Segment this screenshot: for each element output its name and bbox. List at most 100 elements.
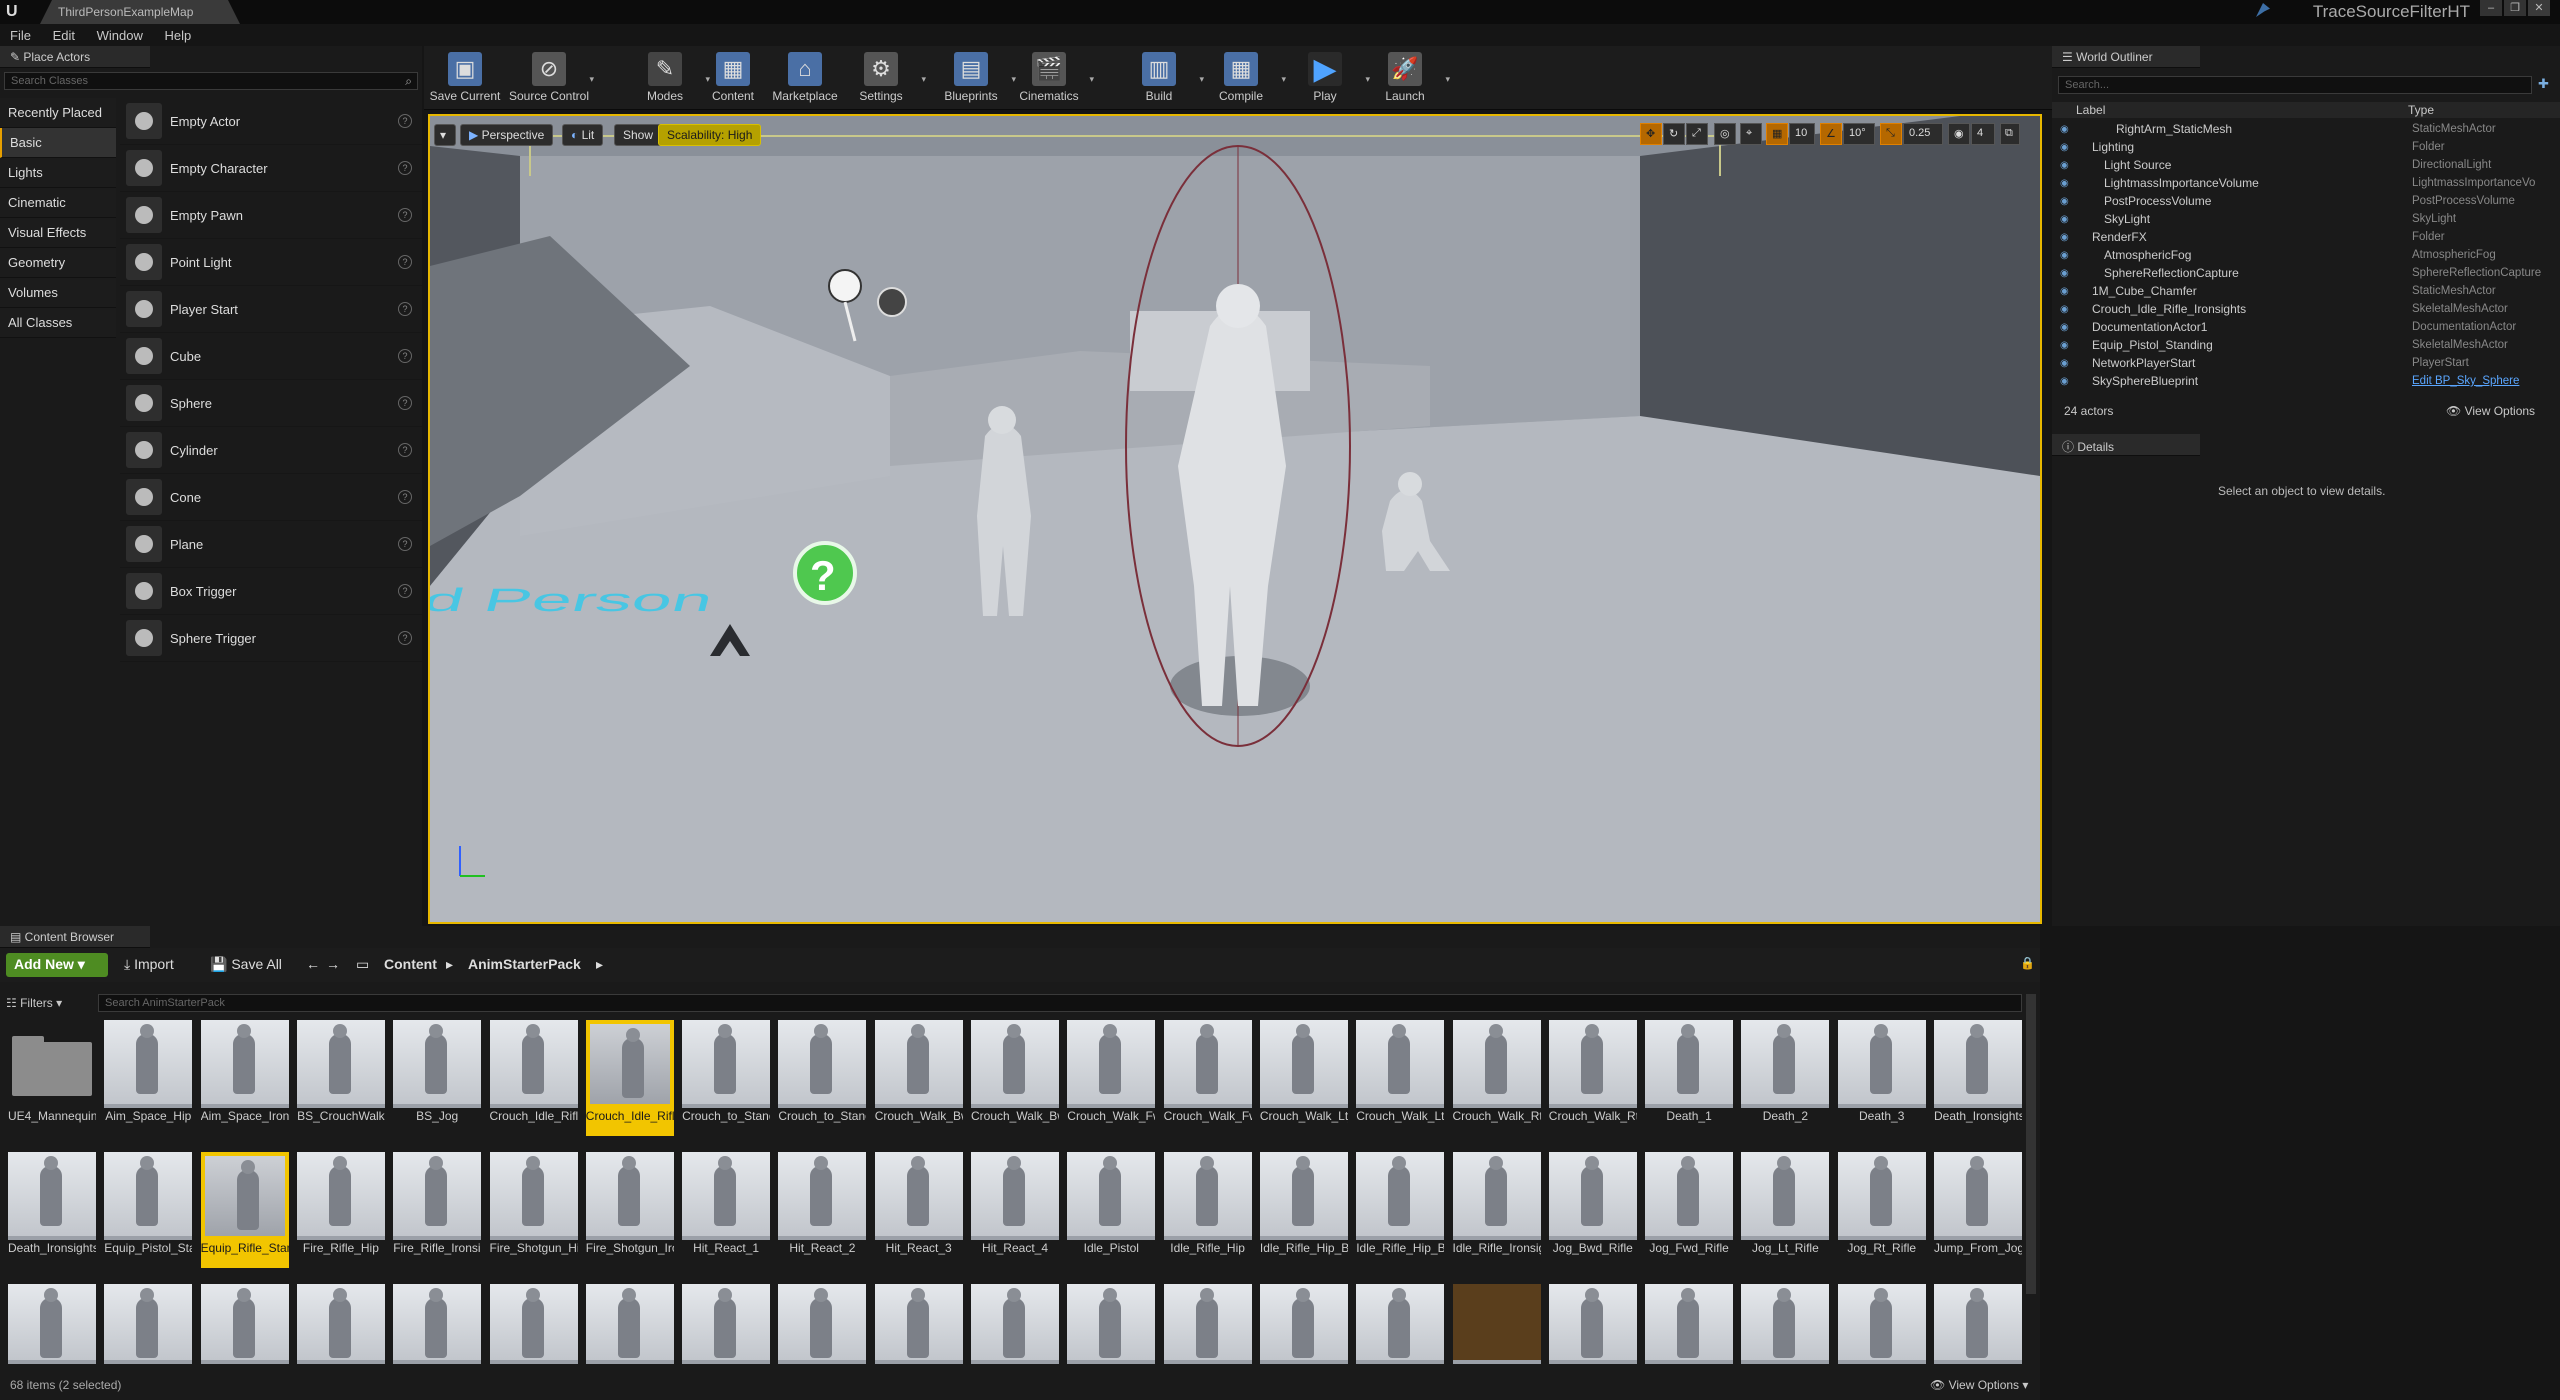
outliner-row[interactable]: ◉ SphereReflectionCapture SphereReflection… xyxy=(2052,264,2552,282)
grid-snap-value[interactable]: 10 xyxy=(1789,123,1815,145)
level-tab[interactable]: ThirdPersonExampleMap xyxy=(40,0,240,24)
outliner-row[interactable]: ◉ NetworkPlayerStart PlayerStart xyxy=(2052,354,2552,372)
source-control-button[interactable]: ⊘ Source Control ▾ xyxy=(508,48,594,108)
marketplace-button[interactable]: ⌂ Marketplace xyxy=(764,48,846,108)
place-actors-tab[interactable]: ✎ Place Actors xyxy=(0,46,150,68)
outliner-row[interactable]: ◉ SkyLight SkyLight xyxy=(2052,210,2552,228)
outliner-row[interactable]: ◉ DocumentationActor1 DocumentationActor xyxy=(2052,318,2552,336)
category-volumes[interactable]: Volumes xyxy=(0,278,116,308)
asset-tile[interactable] xyxy=(393,1284,482,1364)
add-filter-icon[interactable]: ✚ xyxy=(2538,76,2549,92)
actor-item-empty-pawn[interactable]: Empty Pawn? xyxy=(120,192,422,239)
category-basic[interactable]: Basic xyxy=(0,128,116,158)
asset-tile[interactable]: Crouch_Walk_Bwd_Rifle_Hip xyxy=(874,1020,963,1136)
asset-tile[interactable] xyxy=(1645,1284,1734,1364)
asset-tile[interactable] xyxy=(1452,1284,1541,1364)
actor-item-empty-actor[interactable]: Empty Actor? xyxy=(120,98,422,145)
visibility-eye-icon[interactable]: ◉ xyxy=(2052,232,2080,243)
asset-view-options[interactable]: 👁 View Options ▾ xyxy=(1930,1378,2028,1392)
outliner-view-options[interactable]: 👁 View Options xyxy=(2446,404,2535,418)
help-icon[interactable]: ? xyxy=(398,631,412,645)
asset-tile[interactable]: Death_Ironsights_1 xyxy=(1934,1020,2022,1136)
asset-tile[interactable]: Idle_Rifle_Ironsights xyxy=(1452,1152,1541,1268)
asset-tile[interactable]: Jog_Lt_Rifle xyxy=(1741,1152,1830,1268)
asset-tile[interactable] xyxy=(585,1284,674,1364)
col-type[interactable]: Type xyxy=(2408,103,2434,117)
dropdown-icon[interactable]: ▾ xyxy=(921,74,926,85)
asset-tile[interactable] xyxy=(1837,1284,1926,1364)
outliner-search-input[interactable]: Search... xyxy=(2058,76,2532,94)
actor-item-player-start[interactable]: Player Start? xyxy=(120,286,422,333)
help-icon[interactable]: ? xyxy=(398,537,412,551)
help-icon[interactable]: ? xyxy=(398,302,412,316)
close-button[interactable]: ✕ xyxy=(2528,0,2550,16)
visibility-eye-icon[interactable]: ◉ xyxy=(2052,358,2080,369)
asset-tile[interactable]: Crouch_Walk_Fwd_Rifle_Hip xyxy=(1067,1020,1156,1136)
filters-button[interactable]: ☷ Filters ▾ xyxy=(6,996,62,1010)
lit-button[interactable]: ◐ Lit xyxy=(562,124,604,146)
asset-search-input[interactable]: Search AnimStarterPack xyxy=(98,994,2022,1012)
asset-tile[interactable] xyxy=(682,1284,771,1364)
translate-tool-icon[interactable]: ✥ xyxy=(1640,123,1662,145)
asset-tile[interactable]: Idle_Rifle_Hip xyxy=(1163,1152,1252,1268)
outliner-row[interactable]: ◉ 1M_Cube_Chamfer StaticMeshActor xyxy=(2052,282,2552,300)
save-current-button[interactable]: ▣ Save Current xyxy=(424,48,506,108)
outliner-row[interactable]: ◉ AtmosphericFog AtmosphericFog xyxy=(2052,246,2552,264)
asset-tile[interactable] xyxy=(778,1284,867,1364)
asset-tile[interactable] xyxy=(971,1284,1059,1364)
visibility-eye-icon[interactable]: ◉ xyxy=(2052,250,2080,261)
actor-item-point-light[interactable]: Point Light? xyxy=(120,239,422,286)
minimize-button[interactable]: – xyxy=(2480,0,2502,16)
scale-snap-icon[interactable]: ⤡ xyxy=(1880,123,1902,145)
camera-speed-value[interactable]: 4 xyxy=(1971,123,1995,145)
actor-item-sphere-trigger[interactable]: Sphere Trigger? xyxy=(120,615,422,662)
visibility-eye-icon[interactable]: ◉ xyxy=(2052,304,2080,315)
add-new-button[interactable]: Add New ▾ xyxy=(6,953,108,977)
content-button[interactable]: ▦ Content xyxy=(692,48,774,108)
visibility-eye-icon[interactable]: ◉ xyxy=(2052,322,2080,333)
search-classes-input[interactable]: Search Classes xyxy=(4,72,418,90)
help-icon[interactable]: ? xyxy=(398,584,412,598)
viewport-options-button[interactable]: ▾ xyxy=(434,124,456,146)
rotate-tool-icon[interactable]: ↻ xyxy=(1663,123,1685,145)
asset-tile[interactable]: Crouch_Idle_Rifle_Ironsights xyxy=(585,1020,674,1136)
surface-snap-icon[interactable]: ⌖ xyxy=(1740,123,1762,145)
import-button[interactable]: ⤓ Import xyxy=(124,956,174,973)
asset-tile[interactable]: Crouch_to_Stand_Rifle_Ironsights xyxy=(778,1020,867,1136)
category-visual-effects[interactable]: Visual Effects xyxy=(0,218,116,248)
help-icon[interactable]: ? xyxy=(398,443,412,457)
asset-tile[interactable]: Hit_React_4 xyxy=(971,1152,1059,1268)
menu-edit[interactable]: Edit xyxy=(43,24,83,43)
dropdown-icon[interactable]: ▾ xyxy=(589,74,594,85)
asset-tile[interactable]: Aim_Space_Ironsights xyxy=(200,1020,289,1136)
menu-help[interactable]: Help xyxy=(154,24,199,43)
rotation-snap-value[interactable]: 10° xyxy=(1843,123,1875,145)
visibility-eye-icon[interactable]: ◉ xyxy=(2052,196,2080,207)
maximize-viewport-icon[interactable]: ⧉ xyxy=(2000,123,2020,145)
asset-tile[interactable] xyxy=(1356,1284,1445,1364)
maximize-button[interactable]: ❐ xyxy=(2504,0,2526,16)
asset-tile[interactable]: UE4_Mannequin xyxy=(8,1020,96,1136)
asset-tile[interactable]: Equip_Pistol_Standing xyxy=(104,1152,193,1268)
visibility-eye-icon[interactable]: ◉ xyxy=(2052,178,2080,189)
asset-tile[interactable] xyxy=(200,1284,289,1364)
asset-tile[interactable]: Fire_Shotgun_Hip xyxy=(489,1152,578,1268)
dropdown-icon[interactable]: ▾ xyxy=(1089,74,1094,85)
asset-tile[interactable]: Crouch_Walk_Rt_Rifle_Hip xyxy=(1452,1020,1541,1136)
world-local-icon[interactable]: ◎ xyxy=(1714,123,1736,145)
visibility-eye-icon[interactable]: ◉ xyxy=(2052,160,2080,171)
content-browser-tab[interactable]: ▤ Content Browser xyxy=(0,926,150,948)
build-button[interactable]: ▥ Build ▾ xyxy=(1118,48,1204,108)
outliner-row[interactable]: ◉ RightArm_StaticMesh StaticMeshActor xyxy=(2052,120,2552,138)
asset-tile[interactable]: Jump_From_Jog xyxy=(1934,1152,2022,1268)
category-recently-placed[interactable]: Recently Placed xyxy=(0,98,116,128)
scalability-button[interactable]: Scalability: High xyxy=(658,124,762,146)
asset-tile[interactable]: BS_Jog xyxy=(393,1020,482,1136)
asset-tile[interactable]: Jog_Rt_Rifle xyxy=(1837,1152,1926,1268)
breadcrumb-content[interactable]: Content xyxy=(384,956,437,972)
outliner-row[interactable]: ◉ LightmassImportanceVolume LightmassImpor… xyxy=(2052,174,2552,192)
asset-tile[interactable] xyxy=(489,1284,578,1364)
settings-button[interactable]: ⚙ Settings ▾ xyxy=(840,48,926,108)
show-button[interactable]: Show xyxy=(614,124,663,146)
asset-tile[interactable]: Death_1 xyxy=(1645,1020,1734,1136)
